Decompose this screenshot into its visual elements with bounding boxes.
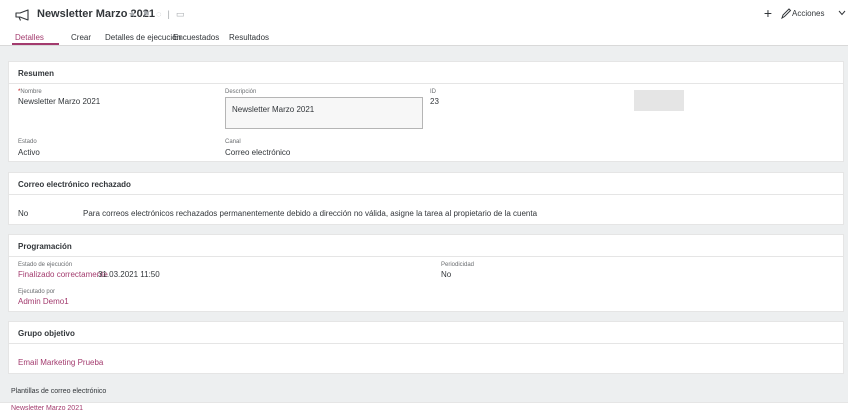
plantilla-link[interactable]: Newsletter Marzo 2021 [11, 405, 83, 412]
grupo-section: Grupo objetivo Email Marketing Prueba [8, 321, 844, 374]
title-icons: ★ ⚑ ◌ | ▭ [128, 7, 184, 21]
plantillas-list: Newsletter Marzo 2021 [0, 402, 848, 416]
estado-ejecucion-time: 31.03.2021 11:50 [98, 270, 160, 279]
tab-detalles-ejecucion[interactable]: Detalles de ejecución [105, 33, 181, 42]
tab-detalles[interactable]: Detalles [15, 33, 44, 42]
descripcion-field[interactable]: Newsletter Marzo 2021 [225, 97, 423, 129]
canal-label: Canal [225, 139, 241, 145]
star-icon[interactable]: ★ [128, 7, 136, 21]
nombre-value: Newsletter Marzo 2021 [18, 97, 101, 106]
tab-resultados[interactable]: Resultados [229, 33, 269, 42]
divider [9, 256, 843, 257]
descripcion-value: Newsletter Marzo 2021 [232, 105, 315, 114]
tab-encuestados[interactable]: Encuestados [173, 33, 219, 42]
ejecutado-link[interactable]: Admin Demo1 [18, 297, 69, 306]
resumen-section: Resumen *Nombre Newsletter Marzo 2021 De… [8, 61, 844, 162]
estado-value: Activo [18, 148, 40, 157]
canal-value: Correo electrónico [225, 148, 291, 157]
nombre-label-text: Nombre [20, 89, 42, 95]
active-tab-indicator [12, 43, 59, 45]
plantillas-label: Plantillas de correo electrónico [11, 388, 107, 395]
rechazado-note: Para correos electrónicos rechazados per… [83, 209, 538, 218]
tab-crear[interactable]: Crear [71, 33, 91, 42]
separator: | [167, 9, 170, 19]
grupo-link[interactable]: Email Marketing Prueba [18, 358, 103, 367]
divider [9, 194, 843, 195]
section-title: Programación [18, 242, 72, 251]
section-title: Grupo objetivo [18, 329, 75, 338]
flag-icon[interactable]: ⚑ [142, 7, 150, 21]
title-row: Newsletter Marzo 2021 ★ ⚑ ◌ | ▭ + Accion… [0, 0, 848, 28]
id-value: 23 [430, 97, 439, 106]
chevron-down-icon [838, 10, 846, 16]
rechazado-value: No [18, 209, 29, 218]
programacion-section: Programación Estado de ejecución Finaliz… [8, 234, 844, 312]
periodicidad-label: Periodicidad [441, 262, 475, 268]
divider [9, 83, 843, 84]
descripcion-label: Descripción [225, 89, 257, 95]
estado-ejecucion-label: Estado de ejecución [18, 262, 73, 268]
nombre-label: *Nombre [18, 89, 42, 95]
estado-label: Estado [18, 139, 37, 145]
periodicidad-value: No [441, 270, 452, 279]
pencil-icon[interactable] [780, 6, 792, 20]
object-page-header: Newsletter Marzo 2021 ★ ⚑ ◌ | ▭ + Accion… [0, 0, 848, 46]
actions-button[interactable]: Acciones [792, 7, 848, 21]
plus-icon[interactable]: + [764, 6, 772, 20]
header-actions: + Acciones [748, 6, 848, 22]
estado-ejecucion-link[interactable]: Finalizado correctamente [18, 270, 108, 279]
rechazado-section: Correo electrónico rechazado No Para cor… [8, 172, 844, 225]
section-title: Resumen [18, 69, 55, 78]
image-placeholder [634, 90, 684, 111]
megaphone-icon [15, 9, 29, 21]
actions-label: Acciones [792, 9, 825, 18]
divider [9, 343, 843, 344]
section-title: Correo electrónico rechazado [18, 180, 131, 189]
id-label: ID [430, 89, 436, 95]
tab-bar: Detalles Crear Detalles de ejecución Enc… [0, 28, 848, 46]
rss-icon[interactable]: ◌ [156, 7, 161, 21]
ejecutado-label: Ejecutado por [18, 289, 56, 295]
comment-icon[interactable]: ▭ [176, 7, 185, 21]
